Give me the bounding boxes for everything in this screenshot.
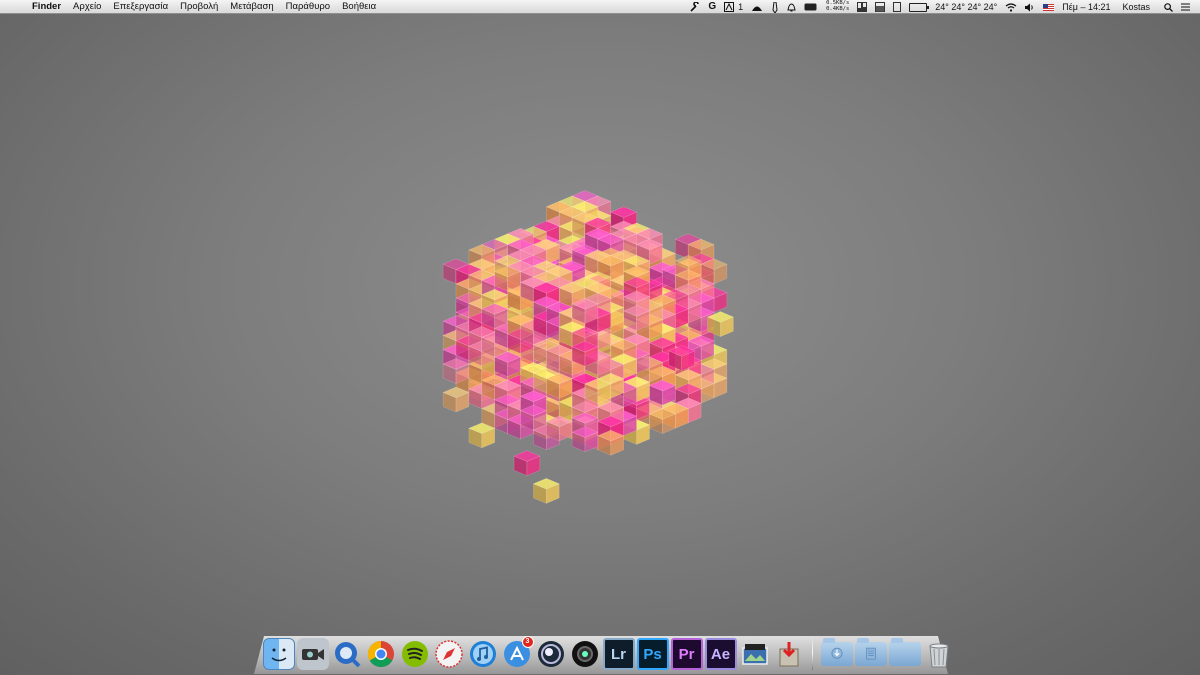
quicktime-icon[interactable] xyxy=(331,638,363,670)
safari-icon[interactable] xyxy=(433,638,465,670)
spotify-icon[interactable] xyxy=(399,638,431,670)
lightroom-icon[interactable]: Lr xyxy=(602,638,635,670)
finder-icon[interactable] xyxy=(262,638,295,670)
app-store-icon[interactable]: 3 xyxy=(501,636,534,670)
wallpaper-cube-art xyxy=(442,190,734,504)
applications-stack-icon[interactable] xyxy=(888,638,921,666)
chrome-icon[interactable] xyxy=(365,638,397,670)
cinema4d-icon[interactable] xyxy=(535,638,567,670)
facetime-icon[interactable] xyxy=(296,638,329,670)
premiere-icon[interactable]: Pr xyxy=(670,638,703,670)
downloads-stack-icon[interactable] xyxy=(820,638,853,666)
dock: 3 Lr Ps Pr Ae xyxy=(262,630,955,670)
after-effects-icon[interactable]: Ae xyxy=(704,638,737,670)
camera-icon[interactable] xyxy=(569,638,601,670)
installer-icon[interactable] xyxy=(773,638,805,670)
photo-slideshow-icon[interactable] xyxy=(739,638,771,670)
itunes-icon[interactable] xyxy=(467,638,499,670)
trash-icon[interactable] xyxy=(923,638,955,670)
photoshop-icon[interactable]: Ps xyxy=(636,638,669,670)
app-store-badge: 3 xyxy=(521,636,534,648)
documents-stack-icon[interactable] xyxy=(854,638,887,666)
dock-separator xyxy=(812,636,813,670)
